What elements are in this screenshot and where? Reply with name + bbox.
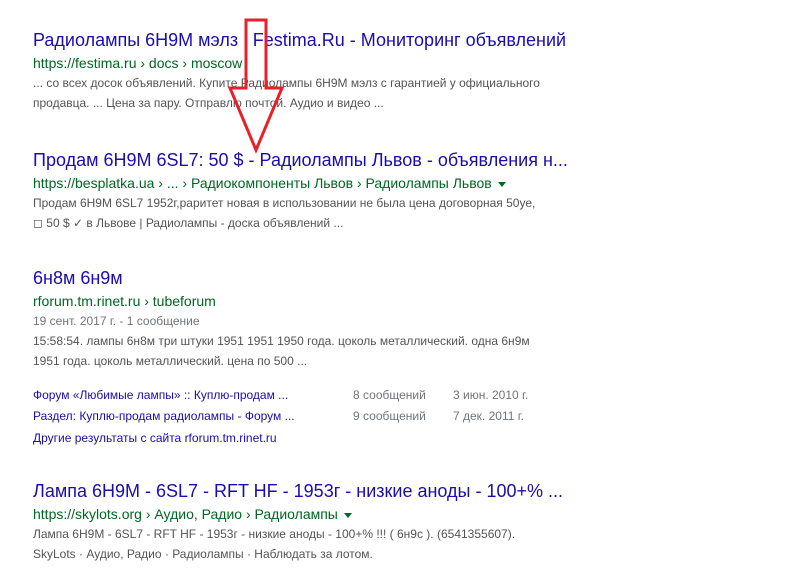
- result-url-text: https://skylots.org › Аудио, Радио › Рад…: [33, 506, 338, 522]
- chevron-down-icon[interactable]: [497, 181, 506, 187]
- sitelink[interactable]: Раздел: Куплю-продам радиолампы - Форум …: [33, 409, 295, 423]
- result-title-link[interactable]: Радиолампы 6Н9М мэлз | Festima.Ru - Мони…: [33, 29, 638, 51]
- search-result: Радиолампы 6Н9М мэлз | Festima.Ru - Мони…: [33, 29, 653, 113]
- result-url: rforum.tm.rinet.ru › tubeforum: [33, 293, 216, 309]
- search-result: 6н8м 6н9м rforum.tm.rinet.ru › tubeforum…: [33, 267, 653, 447]
- sitelink[interactable]: Форум «Любимые лампы» :: Куплю-продам ..…: [33, 388, 288, 402]
- search-result: Продам 6Н9М 6SL7: 50 $ - Радиолампы Льво…: [33, 149, 653, 233]
- snippet-line: ... со всех досок объявлений. Купите Рад…: [33, 76, 540, 90]
- sitelink-row: Форум «Любимые лампы» :: Куплю-продам ..…: [33, 386, 633, 404]
- sitelink-count: 8 сообщений: [353, 388, 426, 402]
- more-results-link: Другие результаты с сайта rforum.tm.rine…: [33, 429, 277, 447]
- result-title-link[interactable]: Продам 6Н9М 6SL7: 50 $ - Радиолампы Льво…: [33, 149, 638, 171]
- sitelink-date: 3 июн. 2010 г.: [453, 388, 529, 402]
- result-url: https://skylots.org › Аудио, Радио › Рад…: [33, 505, 653, 523]
- more-results-anchor[interactable]: Другие результаты с сайта rforum.tm.rine…: [33, 431, 277, 445]
- snippet-line: 15:58:54. лампы 6н8м три штуки 1951 1951…: [33, 334, 530, 348]
- result-url: https://festima.ru › docs › moscow: [33, 55, 243, 71]
- result-url-text: https://besplatka.ua › ... › Радиокомпон…: [33, 175, 492, 191]
- search-result: Лампа 6Н9М - 6SL7 - RFT HF - 1953г - низ…: [33, 480, 653, 564]
- result-snippet: Лампа 6Н9М - 6SL7 - RFT HF - 1953г - низ…: [33, 524, 633, 564]
- result-title-link[interactable]: 6н8м 6н9м: [33, 267, 638, 289]
- sitelink-date: 7 дек. 2011 г.: [453, 409, 524, 423]
- result-date: 19 сент. 2017 г. - 1 сообщение: [33, 314, 200, 328]
- snippet-line: Продам 6Н9М 6SL7 1952г,раритет новая в и…: [33, 196, 536, 210]
- sitelink-count: 9 сообщений: [353, 409, 426, 423]
- result-snippet: 15:58:54. лампы 6н8м три штуки 1951 1951…: [33, 331, 633, 371]
- result-url: https://besplatka.ua › ... › Радиокомпон…: [33, 174, 653, 192]
- sitelink-row: Раздел: Куплю-продам радиолампы - Форум …: [33, 407, 633, 425]
- snippet-line: 1951 года. цоколь металлический. цена по…: [33, 354, 308, 368]
- result-title-link[interactable]: Лампа 6Н9М - 6SL7 - RFT HF - 1953г - низ…: [33, 480, 638, 502]
- result-snippet: Продам 6Н9М 6SL7 1952г,раритет новая в и…: [33, 193, 633, 233]
- result-snippet: ... со всех досок объявлений. Купите Рад…: [33, 73, 633, 113]
- chevron-down-icon[interactable]: [343, 512, 352, 518]
- snippet-line: Лампа 6Н9М - 6SL7 - RFT HF - 1953г - низ…: [33, 527, 516, 541]
- snippet-line: SkyLots · Аудио, Радио · Радиолампы · На…: [33, 547, 373, 561]
- red-down-arrow-icon: [228, 18, 284, 154]
- snippet-line: ◻ 50 $ ✓ в Львове | Радиолампы - доска о…: [33, 216, 344, 230]
- snippet-line: продавца. ... Цена за пару. Отправлю поч…: [33, 96, 384, 110]
